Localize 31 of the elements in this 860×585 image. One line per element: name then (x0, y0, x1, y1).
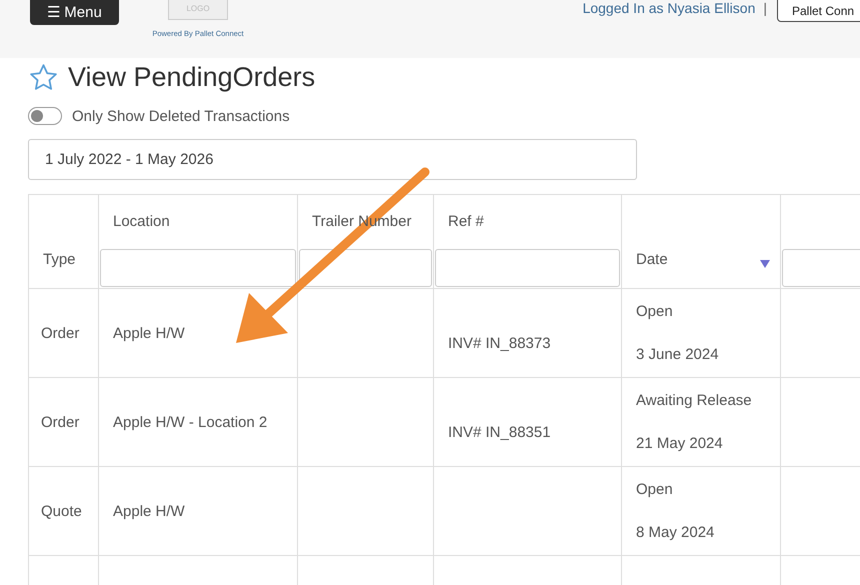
table-cell: Order (41, 414, 80, 430)
status-text: Open (636, 303, 674, 320)
column-header: Type (43, 251, 76, 268)
filter-field[interactable] (299, 249, 432, 287)
column-header: Date (636, 251, 668, 268)
toggle-switch[interactable] (28, 107, 62, 125)
date-range-field[interactable]: 1 July 2022 - 1 May 2026 (28, 139, 637, 180)
table-cell: Apple H/W (113, 324, 185, 342)
user-text: Logged In as Nyasia Ellison (582, 0, 756, 16)
status-text: Awaiting Release (636, 392, 753, 409)
column-header: Location (113, 213, 170, 230)
menu-button[interactable]: ☰ Menu (30, 0, 119, 25)
sort-icon[interactable] (760, 260, 770, 268)
toggle-label: Only Show Deleted Transactions (72, 108, 290, 124)
table-cell: INV# IN_88373 (448, 334, 551, 352)
separator-text: | (763, 0, 767, 16)
date-text: 8 May 2024 (636, 524, 716, 541)
table-cell: Apple H/W (113, 502, 185, 520)
column-header: Ref # (448, 213, 484, 230)
table-cell: INV# IN_88351 (448, 424, 551, 440)
account-button[interactable]: Pallet Conn (777, 0, 860, 22)
page-title: View PendingOrders (68, 62, 316, 93)
star-icon[interactable] (28, 62, 59, 93)
date-text: 3 June 2024 (636, 346, 720, 363)
table-cell: Apple H/W - Location 2 (113, 414, 268, 430)
status-text: Open (636, 481, 674, 498)
filter-field[interactable] (100, 249, 296, 287)
date-text: 21 May 2024 (636, 435, 724, 452)
table-cell: Order (41, 324, 80, 342)
table-cell: Quote (41, 502, 82, 520)
filter-field[interactable] (435, 249, 620, 287)
